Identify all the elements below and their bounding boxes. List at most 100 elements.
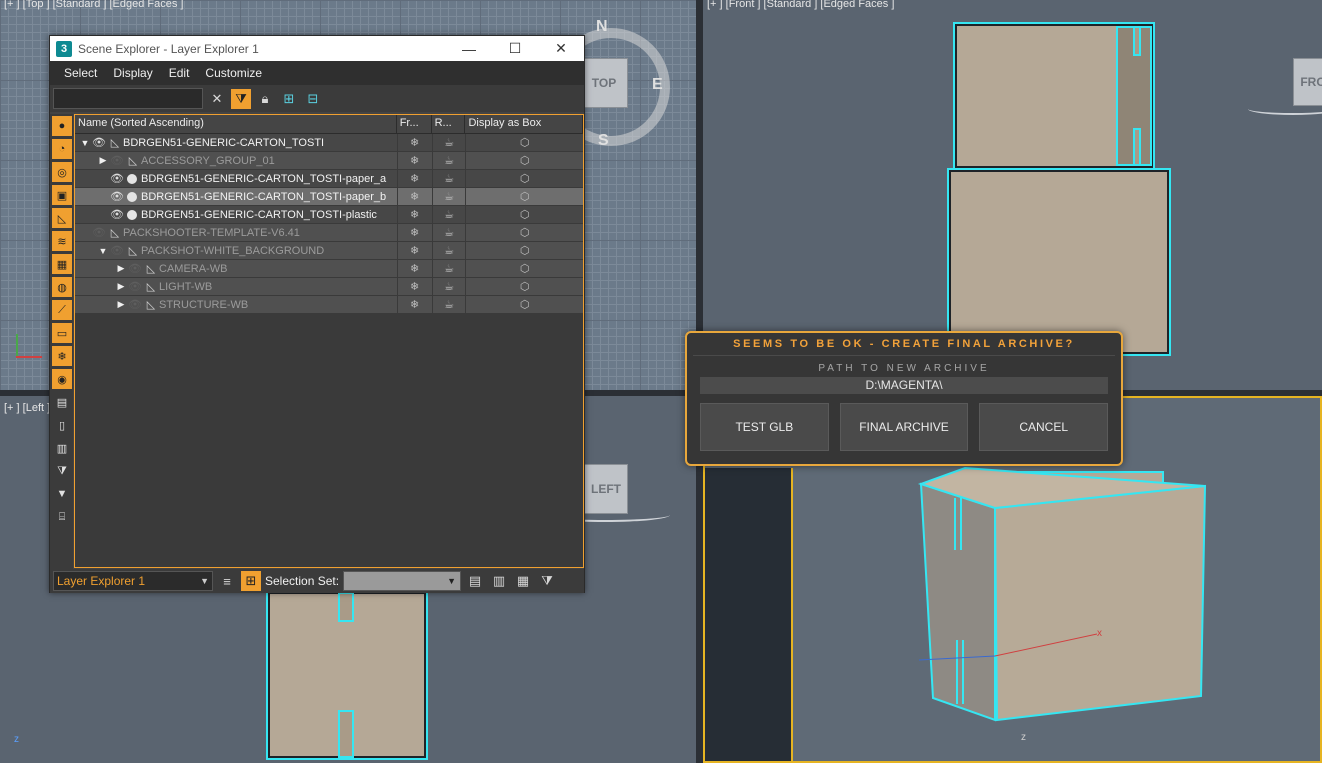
render-teapot-icon[interactable]: ☕ (431, 187, 466, 206)
geometry-filter-icon[interactable]: ● (52, 116, 72, 136)
explorer-titlebar[interactable]: 3 Scene Explorer - Layer Explorer 1 — ☐ … (50, 36, 584, 61)
sort-layers-icon[interactable]: ⊞ (241, 571, 261, 591)
clear-search-icon[interactable]: ✕ (207, 89, 227, 109)
spacewarps-filter-icon[interactable]: ≋ (52, 231, 72, 251)
shapes-filter-icon[interactable]: ◔ (52, 139, 72, 159)
final-archive-button[interactable]: FINAL ARCHIVE (839, 403, 969, 451)
final-archive-dialog[interactable]: SEEMS TO BE OK - CREATE FINAL ARCHIVE? P… (685, 331, 1123, 466)
viewcube-left[interactable]: LEFT (584, 464, 628, 514)
freeze-icon[interactable]: ❄ (396, 187, 432, 206)
freeze-icon[interactable]: ❄ (396, 133, 432, 152)
render-teapot-icon[interactable]: ☕ (431, 169, 466, 188)
remove-from-selection-set-icon[interactable]: ▦ (513, 571, 533, 591)
visibility-eye-icon[interactable]: 👁︎ (109, 190, 125, 203)
display-as-box-icon[interactable]: ⬡ (465, 169, 583, 188)
lock-icon[interactable]: 🔒︎ (255, 89, 275, 109)
expand-arrow-icon[interactable]: ▶ (97, 155, 109, 166)
selection-filter-icon[interactable]: ⧩ (537, 571, 557, 591)
tree-row[interactable]: ▶ 👁︎ ◺ STRUCTURE-WB ❄ ☕ ⬡ (75, 295, 583, 314)
visibility-eye-icon[interactable]: 👁︎ (109, 172, 125, 185)
visibility-eye-icon[interactable]: 👁︎ (127, 298, 143, 311)
visibility-eye-icon[interactable]: 👁︎ (91, 226, 107, 239)
filter-icon[interactable]: ▼ (52, 484, 72, 504)
tree-row[interactable]: ▶ 👁︎ ◺ CAMERA-WB ❄ ☕ ⬡ (75, 259, 583, 278)
minimize-button[interactable]: — (446, 36, 492, 61)
layer-manager-icon[interactable]: ⌸ (52, 507, 72, 527)
column-render[interactable]: R... (432, 115, 466, 133)
freeze-icon[interactable]: ❄ (396, 169, 432, 188)
render-teapot-icon[interactable]: ☕ (431, 223, 466, 242)
menu-customize[interactable]: Customize (197, 66, 270, 80)
selection-set-dropdown[interactable]: ▼ (343, 571, 462, 591)
cameras-filter-icon[interactable]: ▣ (52, 185, 72, 205)
display-all-icon[interactable]: ▤ (52, 392, 72, 412)
tree-row[interactable]: 👁︎ ◺ PACKSHOOTER-TEMPLATE-V6.41 ❄ ☕ ⬡ (75, 223, 583, 242)
render-teapot-icon[interactable]: ☕ (431, 151, 466, 170)
invert-display-icon[interactable]: ▥ (52, 438, 72, 458)
tree-row[interactable]: 👁︎ BDRGEN51-GENERIC-CARTON_TOSTI-paper_a ❄… (75, 169, 583, 188)
tree-row[interactable]: ▼ 👁︎ ◺ BDRGEN51-GENERIC-CARTON_TOSTI ❄ ☕ ⬡ (75, 133, 583, 152)
viewport-label-front[interactable]: [+ ] [Front ] [Standard ] [Edged Faces ] (707, 0, 894, 10)
viewcube-front[interactable]: FRO (1293, 58, 1322, 106)
freeze-icon[interactable]: ❄ (396, 223, 432, 242)
expand-arrow-icon[interactable]: ▼ (97, 246, 109, 256)
expand-arrow-icon[interactable]: ▶ (115, 263, 127, 274)
tree-row[interactable]: 👁︎ BDRGEN51-GENERIC-CARTON_TOSTI-paper_b ❄… (75, 187, 583, 206)
filter-toggle-icon[interactable]: ⧩ (231, 88, 251, 109)
filter-options-icon[interactable]: ⧩ (52, 461, 72, 481)
visibility-eye-icon[interactable]: 👁︎ (127, 262, 143, 275)
render-teapot-icon[interactable]: ☕ (431, 205, 466, 224)
visibility-eye-icon[interactable]: 👁︎ (109, 154, 125, 167)
display-as-box-icon[interactable]: ⬡ (465, 205, 583, 224)
xrefs-filter-icon[interactable]: ◍ (52, 277, 72, 297)
display-as-box-icon[interactable]: ⬡ (465, 277, 583, 296)
layer-tree[interactable]: Name (Sorted Ascending) Fr... R... Displ… (74, 114, 584, 568)
menu-display[interactable]: Display (105, 66, 160, 80)
freeze-icon[interactable]: ❄ (396, 295, 432, 314)
expand-arrow-icon[interactable]: ▼ (79, 138, 91, 148)
hidden-filter-icon[interactable]: ◉ (52, 369, 72, 389)
display-as-box-icon[interactable]: ⬡ (465, 133, 583, 152)
display-as-box-icon[interactable]: ⬡ (465, 187, 583, 206)
menu-edit[interactable]: Edit (161, 66, 198, 80)
scene-explorer-window[interactable]: 3 Scene Explorer - Layer Explorer 1 — ☐ … (49, 35, 585, 593)
tree-row[interactable]: ▼ 👁︎ ◺ PACKSHOT-WHITE_BACKGROUND ❄ ☕ ⬡ (75, 241, 583, 260)
archive-path-field[interactable]: D:\MAGENTA\ (700, 377, 1108, 394)
hierarchy-expand-icon[interactable]: ⊞ (279, 89, 299, 109)
display-as-box-icon[interactable]: ⬡ (465, 241, 583, 260)
visibility-eye-icon[interactable]: 👁︎ (109, 208, 125, 221)
bones-filter-icon[interactable]: ⟋ (52, 300, 72, 320)
render-teapot-icon[interactable]: ☕ (431, 295, 466, 314)
viewport-label-top[interactable]: [+ ] [Top ] [Standard ] [Edged Faces ] (4, 0, 183, 10)
freeze-icon[interactable]: ❄ (396, 241, 432, 260)
hierarchy-collapse-icon[interactable]: ⊟ (303, 89, 323, 109)
column-frozen[interactable]: Fr... (397, 115, 432, 133)
layer-explorer-dropdown[interactable]: Layer Explorer 1 ▼ (53, 571, 213, 591)
tree-row[interactable]: ▶ 👁︎ ◺ LIGHT-WB ❄ ☕ ⬡ (75, 277, 583, 296)
containers-filter-icon[interactable]: ▭ (52, 323, 72, 343)
groups-filter-icon[interactable]: ▦ (52, 254, 72, 274)
expand-arrow-icon[interactable]: ▶ (115, 281, 127, 292)
render-teapot-icon[interactable]: ☕ (431, 241, 466, 260)
search-input[interactable] (53, 88, 203, 109)
layers-icon[interactable]: ≡ (217, 571, 237, 591)
display-as-box-icon[interactable]: ⬡ (465, 223, 583, 242)
expand-arrow-icon[interactable]: ▶ (115, 299, 127, 310)
visibility-eye-icon[interactable]: 👁︎ (127, 280, 143, 293)
cancel-button[interactable]: CANCEL (979, 403, 1109, 451)
render-teapot-icon[interactable]: ☕ (431, 277, 466, 296)
carton-front-body[interactable] (947, 168, 1171, 356)
column-display-as-box[interactable]: Display as Box (465, 115, 583, 133)
visibility-eye-icon[interactable]: 👁︎ (91, 136, 107, 149)
viewcube-top[interactable]: TOP (580, 58, 628, 108)
tree-row[interactable]: 👁︎ BDRGEN51-GENERIC-CARTON_TOSTI-plastic ❄… (75, 205, 583, 224)
lights-filter-icon[interactable]: ◎ (52, 162, 72, 182)
display-as-box-icon[interactable]: ⬡ (465, 151, 583, 170)
frozen-filter-icon[interactable]: ❄ (52, 346, 72, 366)
helpers-filter-icon[interactable]: ◺ (52, 208, 72, 228)
visibility-eye-icon[interactable]: 👁︎ (109, 244, 125, 257)
render-teapot-icon[interactable]: ☕ (431, 259, 466, 278)
create-selection-set-icon[interactable]: ▤ (465, 571, 485, 591)
menu-select[interactable]: Select (56, 66, 105, 80)
display-as-box-icon[interactable]: ⬡ (465, 295, 583, 314)
